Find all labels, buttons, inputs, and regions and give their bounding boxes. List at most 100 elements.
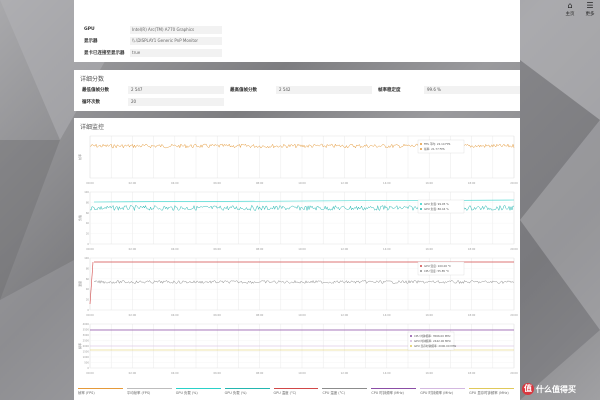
info-row-connected: 显卡已连接至显示器 true bbox=[84, 47, 510, 58]
legend-label: CPU 时钟频率: 3566.00 MHz bbox=[414, 334, 451, 338]
legend-label: GPU 显存时钟频率: 2000.00 MHz bbox=[414, 344, 457, 348]
clock-chart-svg: 00:00 02:00 04:00 06:00 08:00 10:00 12:00 14:00… bbox=[78, 322, 518, 375]
x-tick-label: 18:00 bbox=[468, 247, 476, 251]
x-tick-label: 14:00 bbox=[383, 247, 391, 251]
gpu-util-chart: 00:00 02:00 04:00 06:00 08:00 10:00 12:00 14:00… bbox=[78, 188, 518, 254]
x-tick-label: 00:00 bbox=[86, 313, 94, 317]
legend-label: GPU 时钟频率: 2442.00 MHz bbox=[414, 339, 451, 343]
x-tick-label: 20:00 bbox=[510, 247, 518, 251]
x-tick-label: 06:00 bbox=[213, 371, 221, 375]
x-tick-label: 20:00 bbox=[510, 181, 518, 185]
x-tick-label: 04:00 bbox=[171, 247, 179, 251]
legend-label: GPU 负载 (%) bbox=[175, 391, 198, 396]
bottom-legend-item[interactable]: GPU 显存时钟频率 (MHz) bbox=[469, 388, 514, 396]
legend-label: GPU 负载: 99.95 % bbox=[424, 202, 449, 206]
legend-swatch bbox=[420, 388, 466, 390]
info-value: true bbox=[130, 48, 222, 57]
x-tick-label: 18:00 bbox=[468, 313, 476, 317]
legend-marker bbox=[410, 340, 412, 342]
x-tick-label: 00:00 bbox=[86, 247, 94, 251]
y-tick-label: 0 bbox=[87, 366, 89, 370]
bottom-legend: 帧率 (FPS) 平均帧率 (FPS) GPU 负载 (%) GPU 负载 (%) GP… bbox=[78, 385, 518, 399]
y-tick-label: 500 bbox=[84, 361, 89, 365]
section-title: 详细分数 bbox=[80, 76, 105, 83]
x-tick-label: 18:00 bbox=[468, 181, 476, 185]
legend-label: 平均帧率 (FPS) bbox=[126, 391, 151, 396]
fps-chart-svg: 00:00 02:00 04:00 06:00 08:00 10:00 12:00 14:00… bbox=[78, 135, 518, 185]
x-tick-label: 20:00 bbox=[510, 313, 518, 317]
home-button[interactable]: ⌂ 主页 bbox=[562, 0, 578, 24]
y-axis-label: 温度 bbox=[78, 281, 82, 287]
y-tick-label: 20 bbox=[86, 232, 90, 236]
x-tick-label: 16:00 bbox=[425, 181, 433, 185]
x-tick-label: 20:00 bbox=[510, 371, 518, 375]
x-tick-label: 10:00 bbox=[298, 247, 306, 251]
x-tick-label: 08:00 bbox=[256, 371, 264, 375]
legend-label: GPU 显存时钟频率 (MHz) bbox=[469, 391, 509, 396]
x-tick-label: 02:00 bbox=[129, 181, 137, 185]
x-tick-label: 00:00 bbox=[86, 371, 94, 375]
y-tick-label: 0 bbox=[87, 308, 89, 312]
x-tick-label: 02:00 bbox=[129, 371, 137, 375]
legend-marker bbox=[420, 208, 422, 210]
score-value: 99.6 % bbox=[424, 86, 520, 94]
score-value: 20 bbox=[128, 98, 224, 106]
legend-swatch bbox=[469, 388, 514, 390]
bottom-legend-item[interactable]: GPU 温度 (°C) bbox=[273, 388, 319, 396]
x-tick-label: 00:00 bbox=[86, 181, 94, 185]
info-key: 显卡已连接至显示器 bbox=[84, 50, 125, 56]
legend-label: GPU 负载 (%) bbox=[224, 391, 247, 396]
x-tick-label: 14:00 bbox=[383, 313, 391, 317]
more-label: 更多 bbox=[585, 12, 595, 17]
detailed-monitor-panel: 详细监控 00:00 02:00 04:00 06:00 08:00 10:00 12:00… bbox=[74, 118, 520, 400]
x-tick-label: 04:00 bbox=[171, 371, 179, 375]
y-tick-label: 100 bbox=[84, 256, 89, 260]
x-tick-label: 10:00 bbox=[298, 181, 306, 185]
legend-label: 帧率: 21.77 FPS bbox=[424, 147, 445, 151]
home-icon: ⌂ bbox=[567, 1, 573, 10]
x-tick-label: 06:00 bbox=[213, 313, 221, 317]
y-tick-label: 40 bbox=[86, 287, 90, 291]
legend-marker bbox=[420, 270, 422, 272]
legend-label: FPS 平均: 22.14 FPS bbox=[424, 142, 451, 146]
legend-marker bbox=[410, 335, 412, 337]
bottom-legend-item[interactable]: CPU 时钟频率 (MHz) bbox=[371, 388, 417, 396]
y-tick-label: 80 bbox=[86, 266, 90, 270]
more-button[interactable]: ☰ 更多 bbox=[582, 0, 598, 24]
x-tick-label: 06:00 bbox=[213, 247, 221, 251]
y-tick-label: 20 bbox=[86, 298, 90, 302]
y-tick-label: 3000 bbox=[83, 333, 90, 337]
y-tick-label: 1000 bbox=[83, 355, 90, 359]
temp-chart: 00:00 02:00 04:00 06:00 08:00 10:00 12:00 14:00… bbox=[78, 254, 518, 320]
y-axis-label: 负载 bbox=[78, 215, 82, 221]
x-tick-label: 08:00 bbox=[256, 181, 264, 185]
watermark-logo: 值 bbox=[522, 383, 534, 395]
gpu-util-chart-svg: 00:00 02:00 04:00 06:00 08:00 10:00 12:00 14:00… bbox=[78, 190, 518, 251]
legend-label: CPU 温度 (°C) bbox=[322, 391, 345, 396]
x-tick-label: 06:00 bbox=[213, 181, 221, 185]
x-tick-label: 14:00 bbox=[383, 371, 391, 375]
legend-swatch bbox=[78, 388, 123, 390]
score-value: 2 547 bbox=[128, 86, 224, 94]
bottom-legend-item[interactable]: GPU 负载 (%) bbox=[175, 388, 221, 396]
score-row: 循环次数 20 bbox=[82, 96, 520, 108]
bottom-legend-item[interactable]: GPU 负载 (%) bbox=[224, 388, 270, 396]
legend-label: GPU 温度: 100.00 ℃ bbox=[424, 264, 451, 268]
x-tick-label: 12:00 bbox=[341, 313, 349, 317]
legend-swatch bbox=[371, 388, 417, 390]
bottom-legend-item[interactable]: CPU 温度 (°C) bbox=[322, 388, 368, 396]
bottom-legend-item[interactable]: GPU 时钟频率 (MHz) bbox=[420, 388, 466, 396]
legend-swatch bbox=[126, 388, 172, 390]
score-key: 最高值帧分数 bbox=[230, 88, 257, 93]
y-tick-label: 1500 bbox=[83, 350, 90, 354]
bottom-legend-item[interactable]: 平均帧率 (FPS) bbox=[126, 388, 172, 396]
x-tick-label: 04:00 bbox=[171, 313, 179, 317]
info-value: \\.\DISPLAY1 Generic PnP Monitor bbox=[130, 37, 222, 45]
score-key: 循环次数 bbox=[82, 100, 100, 105]
score-grid: 最低值帧分数 2 547 最高值帧分数 2 542 帧率稳定度 99.6 % 循… bbox=[82, 84, 520, 108]
section-title: 详细监控 bbox=[80, 124, 105, 131]
bottom-legend-item[interactable]: 帧率 (FPS) bbox=[78, 388, 123, 396]
y-tick-label: 100 bbox=[84, 190, 89, 194]
watermark-text: 什么值得买 bbox=[536, 384, 576, 394]
x-tick-label: 14:00 bbox=[383, 181, 391, 185]
